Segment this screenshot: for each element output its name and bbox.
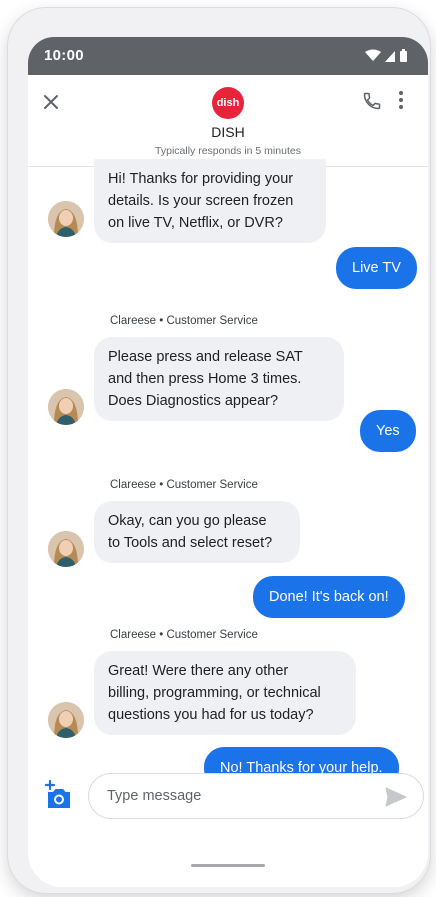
message-line: Okay, can you go please bbox=[108, 513, 267, 529]
message-bubble-incoming: Please press and release SAT and then pr… bbox=[94, 337, 344, 421]
sender-label: Clareese • Customer Service bbox=[110, 315, 258, 327]
agent-avatar bbox=[48, 531, 84, 567]
sender-label: Clareese • Customer Service bbox=[110, 629, 258, 641]
message-line: Please press and release SAT bbox=[108, 349, 303, 365]
agent-avatar bbox=[48, 201, 84, 237]
message-line: on live TV, Netflix, or DVR? bbox=[108, 215, 283, 231]
phone-icon[interactable] bbox=[362, 91, 382, 111]
message-input[interactable] bbox=[107, 774, 367, 818]
message-composer bbox=[28, 771, 428, 821]
message-bubble-incoming: Okay, can you go please to Tools and sel… bbox=[94, 501, 300, 563]
agent-avatar bbox=[48, 702, 84, 738]
message-line: billing, programming, or technical bbox=[108, 685, 321, 701]
screen: 10:00 dish DISH Typically responds in 5 … bbox=[28, 37, 428, 887]
sender-separator: • bbox=[159, 315, 164, 327]
status-bar: 10:00 bbox=[28, 37, 428, 75]
sender-separator: • bbox=[159, 629, 164, 641]
sender-name: Clareese bbox=[110, 629, 157, 641]
message-input-container[interactable] bbox=[88, 773, 424, 819]
message-bubble-outgoing: Done! It's back on! bbox=[253, 576, 405, 618]
sender-name: Clareese bbox=[110, 315, 157, 327]
agent-avatar bbox=[48, 389, 84, 425]
conversation-header: dish DISH Typically responds in 5 minute… bbox=[28, 75, 428, 167]
message-line: to Tools and select reset? bbox=[108, 535, 273, 551]
sender-role: Customer Service bbox=[166, 315, 258, 327]
message-bubble-outgoing: Live TV bbox=[336, 247, 417, 289]
status-icons bbox=[364, 48, 412, 69]
battery-icon bbox=[400, 49, 407, 62]
add-photo-icon[interactable] bbox=[42, 779, 74, 811]
message-bubble-incoming: Great! Were there any other billing, pro… bbox=[94, 651, 356, 735]
message-line: and then press Home 3 times. bbox=[108, 371, 302, 387]
business-logo: dish bbox=[212, 87, 244, 119]
sender-label: Clareese • Customer Service bbox=[110, 479, 258, 491]
message-line: questions you had for us today? bbox=[108, 707, 314, 723]
send-icon[interactable] bbox=[385, 787, 407, 807]
phone-frame: 10:00 dish DISH Typically responds in 5 … bbox=[8, 8, 430, 893]
message-list: Hi! Thanks for providing your details. I… bbox=[28, 159, 428, 789]
message-bubble-incoming: Hi! Thanks for providing your details. I… bbox=[94, 159, 326, 243]
home-indicator[interactable] bbox=[191, 864, 265, 867]
message-line: Hi! Thanks for providing your bbox=[108, 171, 294, 187]
message-bubble-outgoing: Yes bbox=[360, 410, 416, 452]
message-line: details. Is your screen frozen bbox=[108, 193, 294, 209]
message-line: Great! Were there any other bbox=[108, 663, 289, 679]
sender-role: Customer Service bbox=[166, 479, 258, 491]
message-line: Does Diagnostics appear? bbox=[108, 393, 279, 409]
close-icon[interactable] bbox=[40, 91, 62, 113]
sender-name: Clareese bbox=[110, 479, 157, 491]
response-time-text: Typically responds in 5 minutes bbox=[155, 145, 301, 157]
wifi-icon bbox=[365, 49, 381, 61]
business-name: DISH bbox=[211, 124, 245, 140]
status-time: 10:00 bbox=[44, 47, 84, 64]
signal-icon bbox=[385, 51, 395, 62]
sender-role: Customer Service bbox=[166, 629, 258, 641]
more-vert-icon[interactable] bbox=[394, 89, 408, 111]
sender-separator: • bbox=[159, 479, 164, 491]
